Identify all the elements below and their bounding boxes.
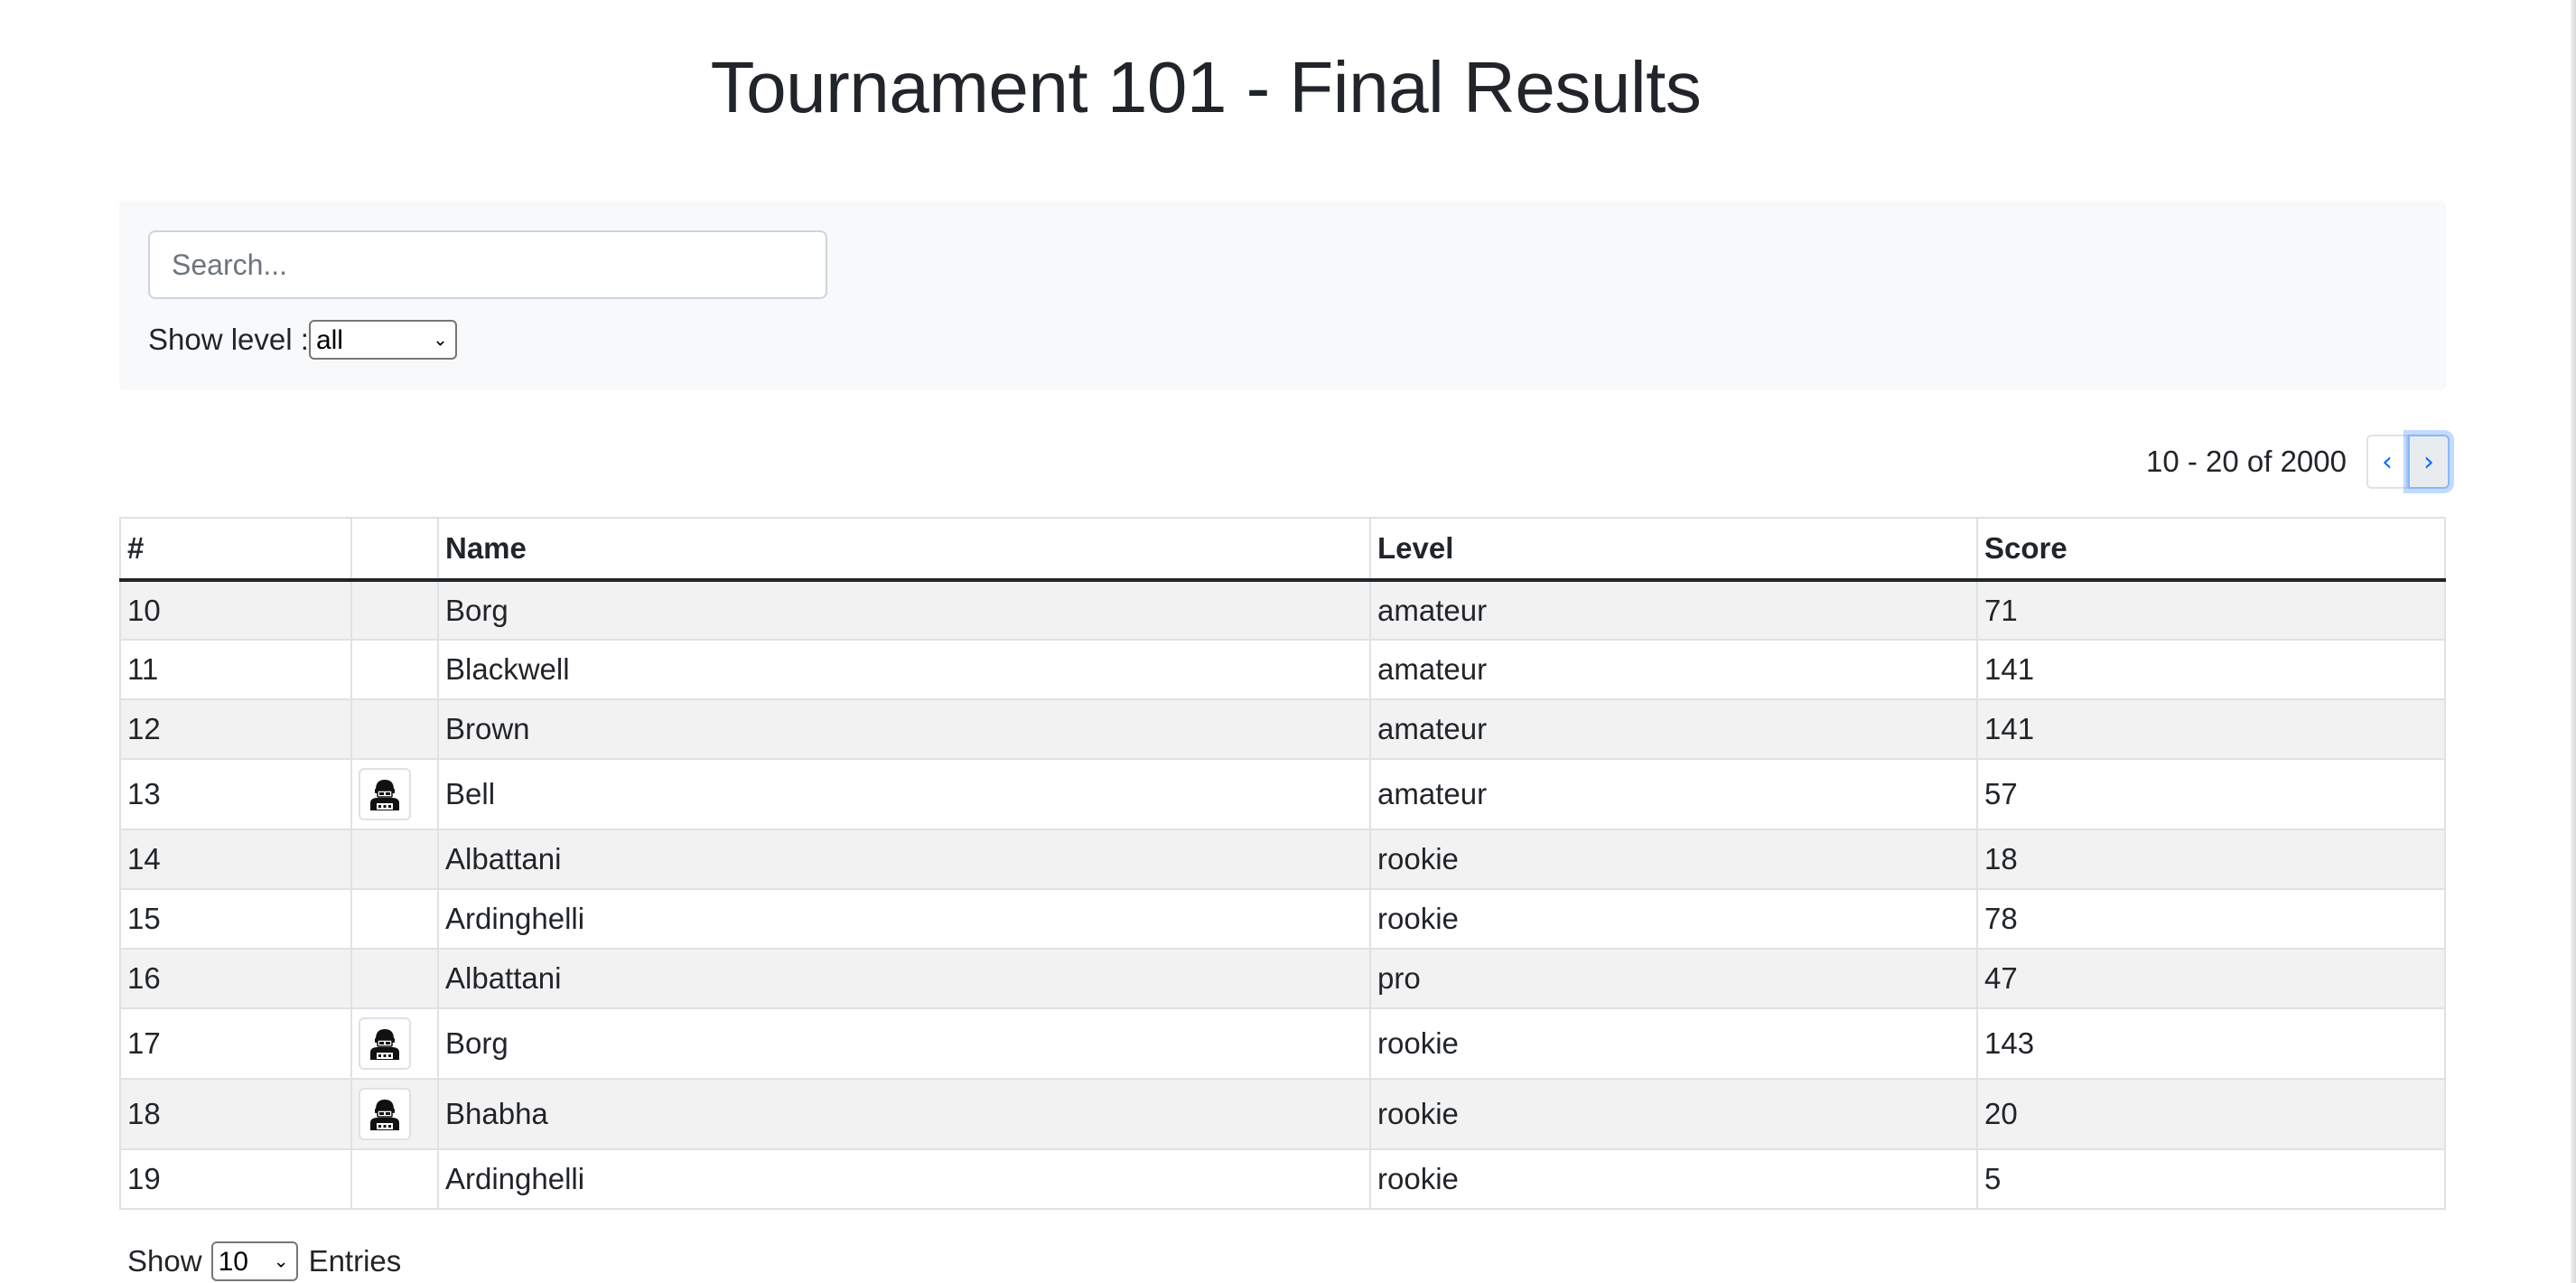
cell-rank: 19: [119, 1148, 352, 1210]
cell-level: amateur: [1369, 579, 1978, 641]
next-page-button[interactable]: ›: [2408, 435, 2450, 489]
show-label: Show: [127, 1244, 202, 1278]
cell-level: rookie: [1369, 829, 1978, 890]
cell-rank: 12: [119, 698, 352, 760]
table-row[interactable]: 17 Borg rookie 143: [119, 1007, 2446, 1080]
cell-score: 141: [1976, 639, 2446, 700]
cell-rank: 17: [119, 1007, 352, 1080]
cell-type: [350, 698, 439, 760]
column-header-score[interactable]: Score: [1976, 517, 2446, 582]
cell-score: 57: [1976, 758, 2446, 830]
cell-name: Albattani: [437, 829, 1371, 890]
cell-type: [350, 758, 439, 830]
entries-control: Show 10 ⌄ Entries: [127, 1240, 401, 1283]
entries-label: Entries: [308, 1244, 402, 1278]
cell-score: 5: [1976, 1148, 2446, 1210]
results-table: # Name Level Score 10 Borg amateur 71 11…: [119, 517, 2446, 1210]
cell-name: Brown: [437, 698, 1371, 760]
cell-level: amateur: [1369, 698, 1978, 760]
cell-score: 78: [1976, 888, 2446, 950]
cell-level: rookie: [1369, 1007, 1978, 1080]
window-edge: [2571, 0, 2576, 1283]
cell-type: [350, 1148, 439, 1210]
cell-type: [350, 639, 439, 700]
table-row[interactable]: 13 Bell amateur 57: [119, 758, 2446, 830]
cell-score: 143: [1976, 1007, 2446, 1080]
level-filter: Show level : all ⌄: [148, 318, 457, 361]
cell-rank: 11: [119, 639, 352, 700]
table-row[interactable]: 19 Ardinghelli rookie 5: [119, 1148, 2446, 1210]
cell-rank: 13: [119, 758, 352, 830]
search-input[interactable]: [148, 230, 827, 299]
cell-score: 20: [1976, 1078, 2446, 1150]
cell-type: [350, 579, 439, 641]
cell-score: 47: [1976, 948, 2446, 1009]
cell-name: Bhabha: [437, 1078, 1371, 1150]
table-row[interactable]: 15 Ardinghelli rookie 78: [119, 888, 2446, 950]
table-body: 10 Borg amateur 71 11 Blackwell amateur …: [119, 579, 2446, 1210]
cell-name: Albattani: [437, 948, 1371, 1009]
cell-level: rookie: [1369, 1078, 1978, 1150]
robot-icon: [359, 1017, 411, 1070]
cell-name: Borg: [437, 579, 1371, 641]
cell-type: [350, 1078, 439, 1150]
cell-level: pro: [1369, 948, 1978, 1009]
cell-type: [350, 888, 439, 950]
table-row[interactable]: 18 Bhabha rookie 20: [119, 1078, 2446, 1150]
pagination-info: 10 - 20 of 2000: [2145, 445, 2347, 478]
entries-select[interactable]: 10: [210, 1241, 298, 1281]
cell-level: amateur: [1369, 758, 1978, 830]
column-header-type[interactable]: [350, 517, 439, 582]
table-row[interactable]: 16 Albattani pro 47: [119, 948, 2446, 1009]
table-row[interactable]: 11 Blackwell amateur 141: [119, 639, 2446, 700]
entries-select-wrapper: 10 ⌄: [202, 1241, 309, 1281]
level-select[interactable]: all: [308, 320, 457, 360]
robot-icon: [359, 1088, 411, 1140]
pagination: 10 - 20 of 2000 ‹ ›: [2077, 432, 2450, 492]
table-row[interactable]: 12 Brown amateur 141: [119, 698, 2446, 760]
cell-score: 71: [1976, 579, 2446, 641]
show-level-label: Show level :: [148, 323, 309, 356]
cell-rank: 14: [119, 829, 352, 890]
filter-panel: Show level : all ⌄: [119, 201, 2446, 390]
cell-level: amateur: [1369, 639, 1978, 700]
cell-name: Borg: [437, 1007, 1371, 1080]
column-header-level[interactable]: Level: [1369, 517, 1978, 582]
level-select-wrapper: all ⌄: [308, 320, 457, 360]
previous-page-button[interactable]: ‹: [2366, 435, 2408, 489]
cell-level: rookie: [1369, 888, 1978, 950]
robot-icon: [359, 768, 411, 820]
cell-type: [350, 948, 439, 1009]
cell-rank: 18: [119, 1078, 352, 1150]
cell-rank: 16: [119, 948, 352, 1009]
results-page: Tournament 101 - Final Results Show leve…: [0, 0, 2576, 1283]
column-header-name[interactable]: Name: [437, 517, 1371, 582]
table-row[interactable]: 10 Borg amateur 71: [119, 579, 2446, 641]
cell-rank: 10: [119, 579, 352, 641]
cell-score: 18: [1976, 829, 2446, 890]
cell-name: Ardinghelli: [437, 888, 1371, 950]
cell-name: Bell: [437, 758, 1371, 830]
cell-name: Ardinghelli: [437, 1148, 1371, 1210]
table-header-row: # Name Level Score: [119, 517, 2446, 582]
cell-type: [350, 1007, 439, 1080]
cell-type: [350, 829, 439, 890]
cell-level: rookie: [1369, 1148, 1978, 1210]
page-title: Tournament 101 - Final Results: [710, 47, 1702, 127]
column-header-rank[interactable]: #: [119, 517, 352, 582]
cell-score: 141: [1976, 698, 2446, 760]
table-row[interactable]: 14 Albattani rookie 18: [119, 829, 2446, 890]
cell-name: Blackwell: [437, 639, 1371, 700]
cell-rank: 15: [119, 888, 352, 950]
